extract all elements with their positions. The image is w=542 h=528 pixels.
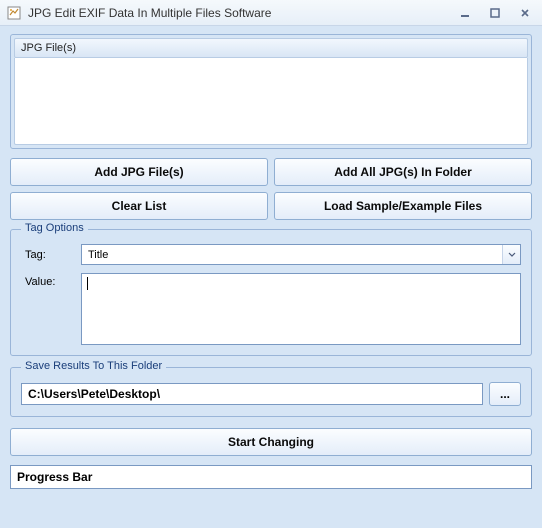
save-folder-fieldset: Save Results To This Folder ... (10, 367, 532, 417)
clear-list-button[interactable]: Clear List (10, 192, 268, 220)
tag-label: Tag: (21, 249, 81, 261)
tag-combo[interactable]: Title (81, 244, 521, 265)
text-cursor (87, 277, 88, 290)
value-label: Value: (21, 273, 81, 288)
browse-button[interactable]: ... (489, 382, 521, 406)
tag-options-fieldset: Tag Options Tag: Title Value: (10, 229, 532, 356)
progress-bar: Progress Bar (10, 465, 532, 489)
minimize-button[interactable] (452, 5, 478, 21)
value-textarea[interactable] (81, 273, 521, 345)
tag-combo-value: Title (82, 249, 502, 261)
window-title: JPG Edit EXIF Data In Multiple Files Sof… (28, 6, 448, 20)
close-button[interactable] (512, 5, 538, 21)
tag-options-legend: Tag Options (21, 222, 88, 234)
app-icon (6, 5, 22, 21)
add-folder-button[interactable]: Add All JPG(s) In Folder (274, 158, 532, 186)
action-buttons: Add JPG File(s) Add All JPG(s) In Folder… (10, 158, 532, 220)
add-files-button[interactable]: Add JPG File(s) (10, 158, 268, 186)
save-folder-legend: Save Results To This Folder (21, 360, 166, 372)
chevron-down-icon (502, 245, 520, 264)
files-list[interactable] (14, 58, 528, 145)
titlebar: JPG Edit EXIF Data In Multiple Files Sof… (0, 0, 542, 26)
save-path-input[interactable] (21, 383, 483, 405)
files-list-header: JPG File(s) (14, 38, 528, 58)
progress-label: Progress Bar (17, 470, 92, 484)
client-area: JPG File(s) Add JPG File(s) Add All JPG(… (0, 26, 542, 499)
load-sample-button[interactable]: Load Sample/Example Files (274, 192, 532, 220)
start-button[interactable]: Start Changing (10, 428, 532, 456)
files-panel: JPG File(s) (10, 34, 532, 149)
maximize-button[interactable] (482, 5, 508, 21)
